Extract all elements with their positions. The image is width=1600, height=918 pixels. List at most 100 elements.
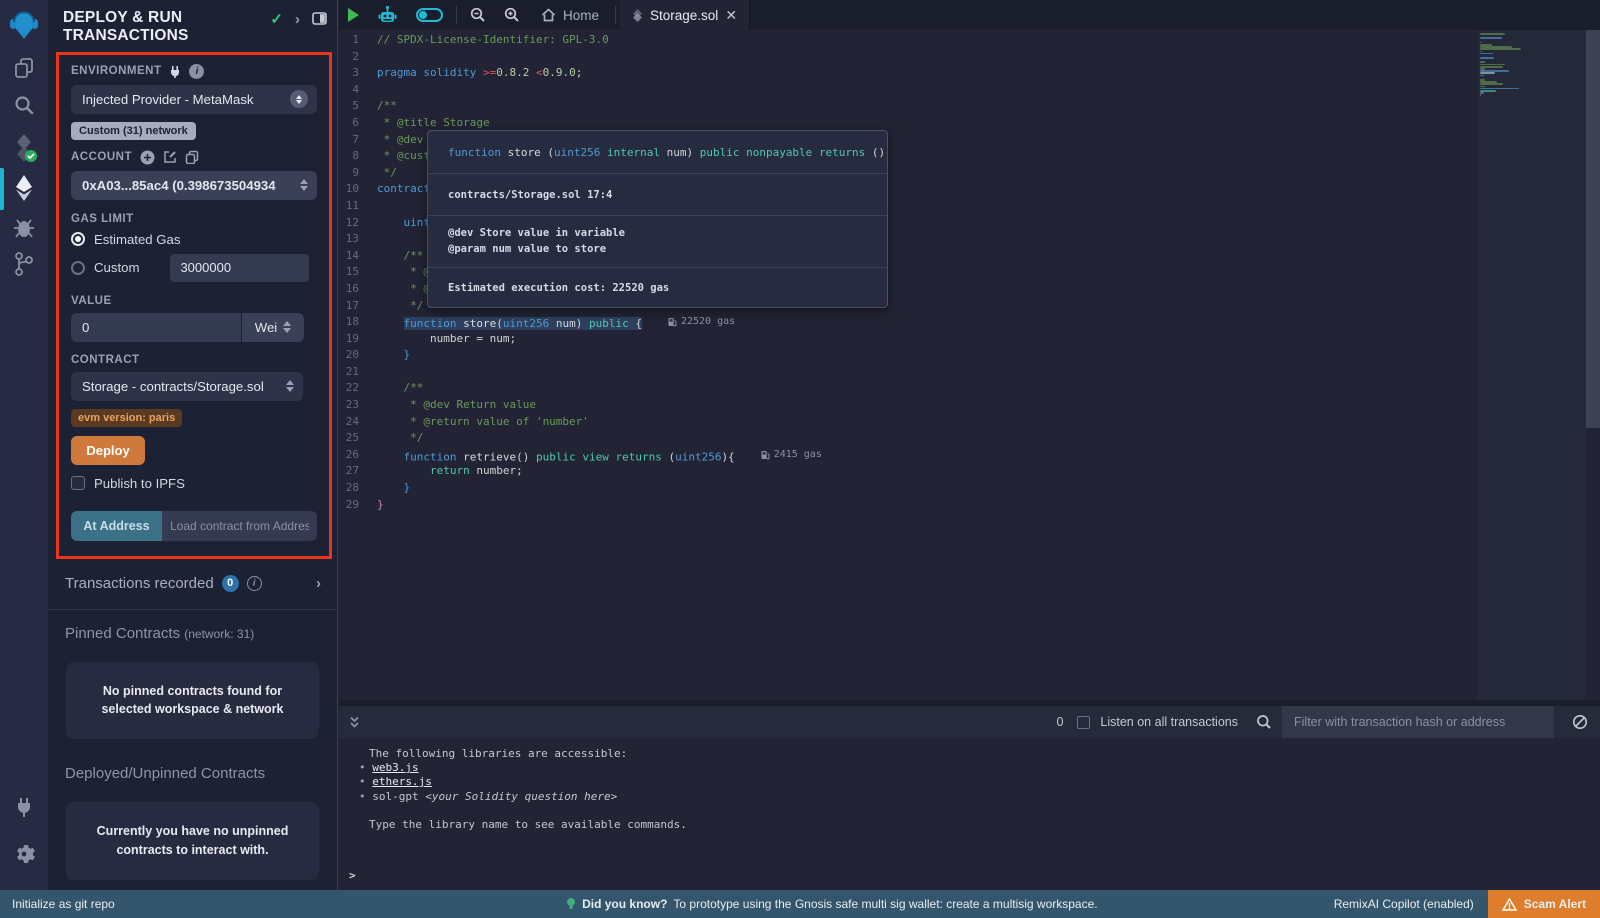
edit-account-icon[interactable] — [163, 150, 177, 164]
environment-select[interactable]: Injected Provider - MetaMask — [71, 85, 317, 114]
debugger-icon[interactable] — [0, 214, 48, 240]
estimated-gas-radio[interactable] — [71, 232, 85, 246]
deploy-run-icon[interactable] — [0, 173, 48, 203]
custom-gas-option[interactable]: Custom — [71, 254, 317, 282]
panel-header: DEPLOY & RUN TRANSACTIONS ✓ › — [48, 0, 337, 48]
code-line: 22 /** — [339, 380, 822, 397]
evm-version-badge: evm version: paris — [71, 409, 182, 427]
copy-account-icon[interactable] — [185, 150, 199, 164]
terminal-search-icon[interactable] — [1256, 714, 1272, 730]
hover-tooltip: function store (uint256 internal num) pu… — [427, 130, 888, 308]
editor-tabbar: Home Storage.sol ✕ — [339, 0, 1600, 30]
transaction-filter-input[interactable] — [1282, 706, 1554, 738]
custom-gas-radio[interactable] — [71, 261, 85, 275]
plugin-manager-icon[interactable] — [0, 793, 48, 821]
code-line: 18 function store(uint256 num) public {2… — [339, 314, 822, 331]
deploy-button[interactable]: Deploy — [71, 436, 145, 465]
publish-ipfs-checkbox[interactable] — [71, 476, 85, 490]
at-address-input[interactable] — [162, 511, 317, 541]
pinned-contracts-title: Pinned Contracts (network: 31) — [48, 610, 337, 646]
deploy-form-highlight: ENVIRONMENT i Injected Provider - MetaMa… — [56, 52, 332, 559]
select-arrows-icon — [283, 321, 291, 333]
search-icon[interactable] — [0, 92, 48, 118]
estimated-gas-option[interactable]: Estimated Gas — [71, 232, 317, 247]
main-area: Home Storage.sol ✕ 1// SPDX-License-Iden… — [339, 0, 1600, 890]
contract-label: CONTRACT — [71, 354, 317, 366]
code-line: 2 — [339, 49, 822, 66]
code-line: 24 * @return value of 'number' — [339, 414, 822, 431]
terminal-prompt[interactable]: > — [349, 869, 356, 882]
custom-gas-input[interactable] — [170, 254, 309, 282]
transactions-count-badge: 0 — [222, 575, 239, 592]
code-line: 27 return number; — [339, 463, 822, 480]
code-line: 1// SPDX-License-Identifier: GPL-3.0 — [339, 32, 822, 49]
solgpt-hint: <your Solidity question here> — [425, 790, 617, 803]
tab-home[interactable]: Home — [529, 8, 611, 23]
code-line: 4 — [339, 82, 822, 99]
zoom-out-button[interactable] — [461, 0, 495, 30]
expand-terminal-icon[interactable] — [348, 715, 361, 729]
git-icon[interactable] — [0, 250, 48, 278]
code-line: 29} — [339, 497, 822, 514]
copilot-status-label: RemixAI Copilot (enabled) — [1334, 897, 1474, 911]
settings-icon[interactable] — [0, 840, 48, 868]
home-icon — [541, 8, 556, 22]
listen-transactions-label: Listen on all transactions — [1100, 715, 1238, 729]
listen-transactions-checkbox[interactable] — [1077, 716, 1090, 729]
divider — [615, 6, 616, 24]
terminal-output[interactable]: The following libraries are accessible: … — [339, 738, 1600, 890]
code-line: 26 function retrieve() public view retur… — [339, 447, 822, 464]
pinned-empty-message: No pinned contracts found for selected w… — [66, 662, 319, 740]
terminal-lib-item: sol-gpt <your Solidity question here> — [355, 790, 1600, 804]
deployed-empty-message: Currently you have no unpinned contracts… — [66, 802, 319, 880]
account-select[interactable]: 0xA03...85ac4 (0.398673504934 — [71, 171, 317, 200]
split-panel-icon[interactable] — [312, 12, 327, 25]
tooltip-signature: function store (uint256 internal num) pu… — [428, 131, 887, 174]
contract-select[interactable]: Storage - contracts/Storage.sol — [71, 372, 303, 401]
transactions-expand-icon[interactable]: › — [316, 576, 321, 591]
add-account-icon[interactable] — [140, 150, 155, 165]
copilot-toggle[interactable] — [407, 0, 452, 30]
run-script-button[interactable] — [339, 0, 368, 30]
lightbulb-icon — [566, 897, 576, 911]
zoom-in-button[interactable] — [495, 0, 529, 30]
remix-logo-icon[interactable] — [0, 8, 48, 44]
code-line: 20 } — [339, 347, 822, 364]
minimap[interactable] — [1477, 30, 1586, 700]
scam-alert-button[interactable]: Scam Alert — [1488, 890, 1600, 918]
tab-close-icon[interactable]: ✕ — [725, 8, 737, 22]
clear-console-icon[interactable] — [1564, 714, 1600, 730]
deploy-run-panel: DEPLOY & RUN TRANSACTIONS ✓ › ENVIRONMEN… — [48, 0, 338, 890]
editor-scrollbar[interactable] — [1586, 30, 1600, 428]
ethersjs-link[interactable]: ethers.js — [372, 775, 432, 788]
at-address-button[interactable]: At Address — [71, 511, 162, 541]
value-label: VALUE — [71, 295, 317, 307]
value-unit-select[interactable]: Wei — [242, 313, 304, 342]
transactions-recorded-row[interactable]: Transactions recorded 0 i › — [48, 559, 337, 605]
remix-ide-window: DEPLOY & RUN TRANSACTIONS ✓ › ENVIRONMEN… — [0, 0, 1600, 918]
code-line: 28 } — [339, 480, 822, 497]
code-editor[interactable]: 1// SPDX-License-Identifier: GPL-3.023pr… — [339, 30, 1600, 700]
code-line: 21 — [339, 364, 822, 381]
zoom-out-icon — [470, 7, 486, 23]
terminal-hint: Type the library name to see available c… — [355, 818, 1600, 832]
code-line: 23 * @dev Return value — [339, 397, 822, 414]
ai-copilot-button[interactable] — [368, 0, 407, 30]
transactions-info-icon[interactable]: i — [247, 576, 262, 591]
web3js-link[interactable]: web3.js — [372, 761, 418, 774]
publish-ipfs-option[interactable]: Publish to IPFS — [71, 476, 317, 491]
environment-info-icon[interactable]: i — [189, 64, 204, 79]
gas-limit-label: GAS LIMIT — [71, 213, 317, 225]
zoom-in-icon — [504, 7, 520, 23]
tab-storage-sol[interactable]: Storage.sol ✕ — [620, 0, 750, 30]
solidity-file-icon — [632, 9, 643, 22]
play-icon — [348, 8, 359, 22]
status-check-icon: ✓ — [270, 12, 283, 27]
did-you-know-tip: Did you know? To prototype using the Gno… — [330, 897, 1334, 911]
gas-estimate-lens: 22520 gas — [668, 314, 735, 331]
file-explorer-icon[interactable] — [0, 55, 48, 81]
git-init-button[interactable]: Initialize as git repo — [0, 897, 330, 911]
solidity-compiler-icon[interactable] — [0, 132, 48, 164]
value-input[interactable] — [71, 313, 241, 342]
chevron-right-icon[interactable]: › — [295, 12, 300, 27]
